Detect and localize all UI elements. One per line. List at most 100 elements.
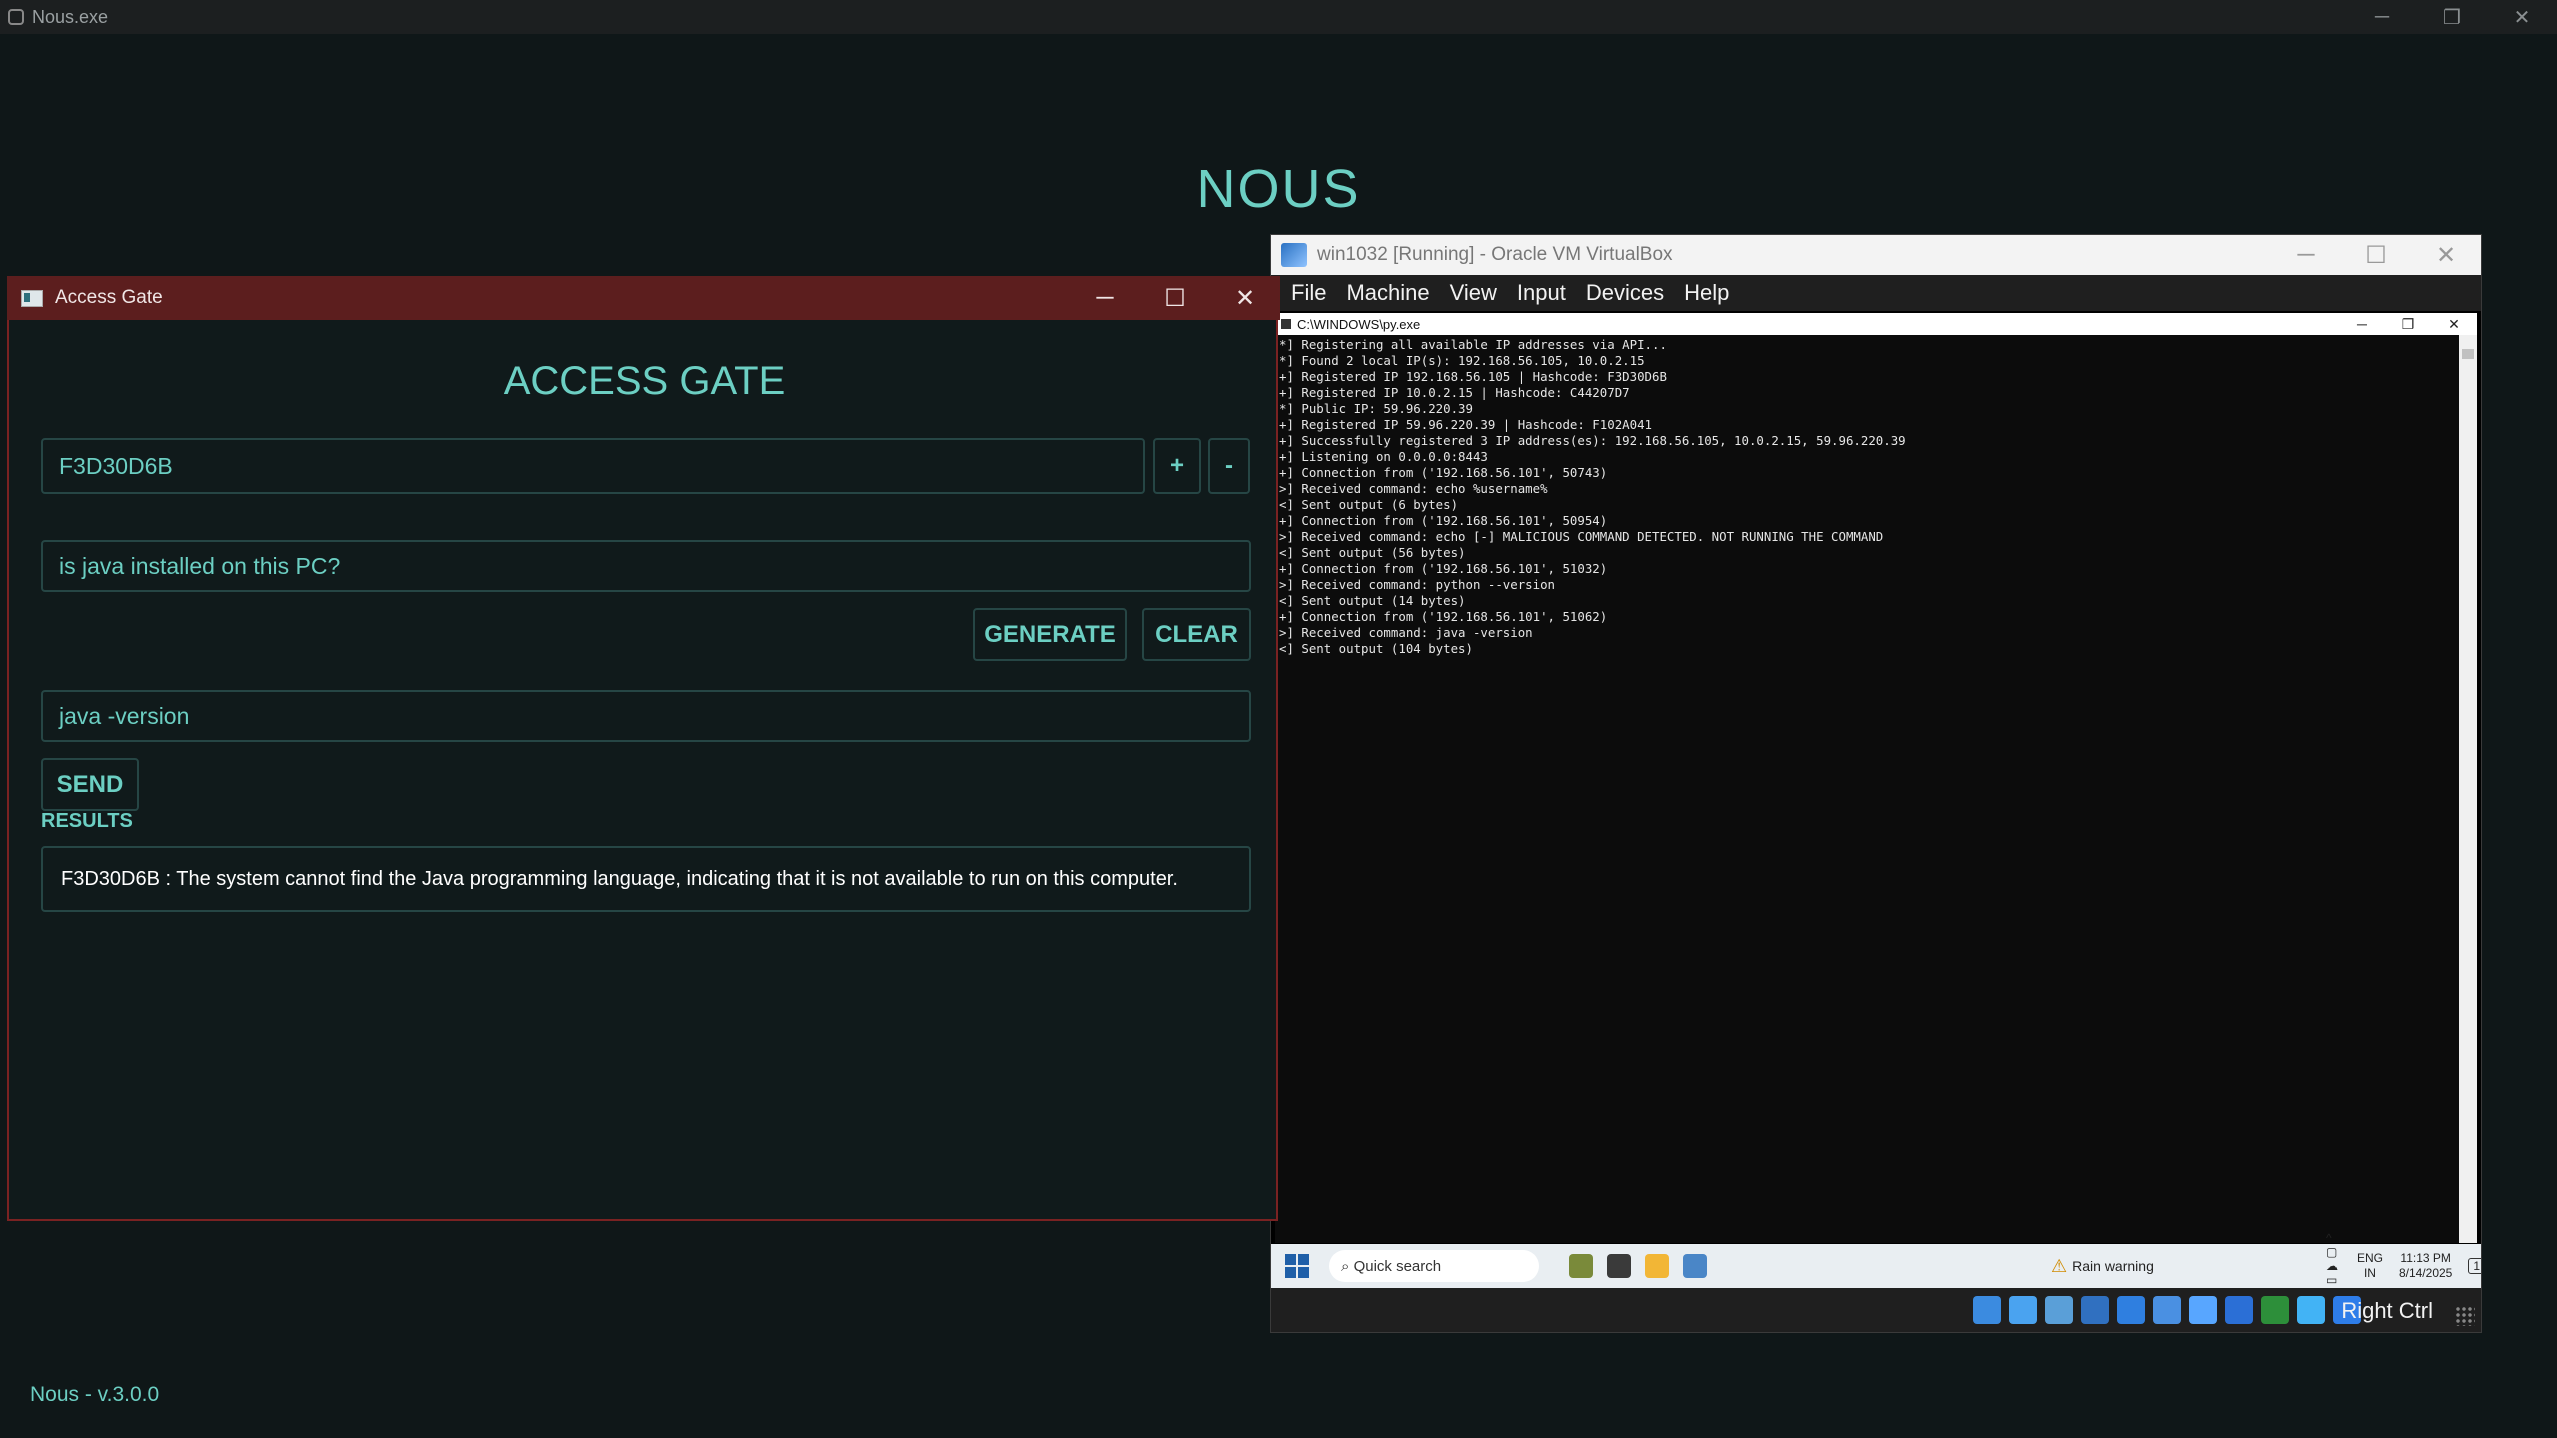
access-gate-titlebar: Access Gate ─ ☐ ✕ [7, 276, 1280, 320]
window-icon [21, 289, 43, 307]
app-heading: NOUS [1196, 159, 1361, 219]
virtualbox-caption-buttons: ─ ☐ ✕ [2271, 235, 2481, 275]
vm-status-icon[interactable] [2153, 1296, 2181, 1324]
vm-status-icon[interactable] [2261, 1296, 2289, 1324]
virtualbox-statusbar: Right Ctrl [1271, 1288, 2481, 1332]
command-value: java -version [59, 702, 190, 729]
menu-machine[interactable]: Machine [1346, 280, 1429, 306]
console-line: *] Registering all available IP addresse… [1279, 337, 1667, 352]
hashcode-value: F3D30D6B [59, 452, 173, 479]
query-value: is java installed on this PC? [59, 552, 341, 579]
console-line: +] Connection from ('192.168.56.101', 50… [1279, 465, 1608, 480]
generate-button[interactable]: GENERATE [973, 608, 1127, 661]
access-gate-close-button[interactable]: ✕ [1210, 276, 1280, 320]
app-caption-buttons: ─ ❐ ✕ [2347, 0, 2557, 34]
clock-date: 8/14/2025 [2398, 1266, 2453, 1280]
results-label: RESULTS [41, 810, 133, 832]
python-console-icon[interactable] [1683, 1254, 1707, 1278]
notification-icon[interactable]: 1 [2468, 1258, 2481, 1274]
console-line: >] Received command: echo [-] MALICIOUS … [1279, 529, 1884, 544]
console-line: +] Successfully registered 3 IP address(… [1279, 433, 1906, 448]
windows-start-icon[interactable] [1285, 1254, 1309, 1278]
virtualbox-window: win1032 [Running] - Oracle VM VirtualBox… [1270, 234, 2482, 1333]
task-view-icon[interactable] [1607, 1254, 1631, 1278]
search-placeholder: Quick search [1353, 1257, 1442, 1275]
access-gate-heading: ACCESS GATE [503, 359, 786, 403]
vm-status-icon[interactable] [1973, 1296, 2001, 1324]
access-gate-window: Access Gate ─ ☐ ✕ ACCESS GATE F3D30D6B +… [7, 276, 1280, 1221]
console-line: <] Sent output (14 bytes) [1279, 593, 1466, 608]
console-line: +] Connection from ('192.168.56.101', 50… [1279, 513, 1608, 528]
virtualbox-minimize-button[interactable]: ─ [2271, 235, 2341, 275]
guest-taskbar-apps [1569, 1254, 1707, 1278]
console-line: <] Sent output (104 bytes) [1279, 641, 1473, 656]
console-scroll-thumb[interactable] [2462, 349, 2474, 359]
guest-search-box[interactable]: ⌕ Quick search [1329, 1250, 1539, 1282]
query-input[interactable]: is java installed on this PC? [41, 540, 1251, 592]
console-close-button[interactable]: ✕ [2431, 313, 2477, 335]
console-line: +] Registered IP 10.0.2.15 | Hashcode: C… [1279, 385, 1630, 400]
vm-status-icon[interactable] [2045, 1296, 2073, 1324]
version-label: Nous - v.3.0.0 [30, 1383, 160, 1406]
app-icon [8, 9, 24, 25]
app-titlebar: Nous.exe ─ ❐ ✕ [0, 0, 2557, 34]
add-hashcode-button[interactable]: + [1153, 438, 1201, 494]
access-gate-caption-buttons: ─ ☐ ✕ [1070, 276, 1280, 320]
app-title: Nous.exe [32, 6, 109, 27]
menu-file[interactable]: File [1291, 280, 1326, 306]
console-output: *] Registering all available IP addresse… [1275, 335, 2459, 1243]
console-line: +] Connection from ('192.168.56.101', 51… [1279, 609, 1608, 624]
virtualbox-maximize-button[interactable]: ☐ [2341, 235, 2411, 275]
clear-button[interactable]: CLEAR [1142, 608, 1251, 661]
console-line: *] Found 2 local IP(s): 192.168.56.105, … [1279, 353, 1645, 368]
access-gate-maximize-button[interactable]: ☐ [1140, 276, 1210, 320]
console-line: >] Received command: python --version [1279, 577, 1556, 592]
vm-status-icon[interactable] [2009, 1296, 2037, 1324]
virtualbox-icon [1281, 243, 1307, 267]
menu-view[interactable]: View [1450, 280, 1497, 306]
virtualbox-titlebar: win1032 [Running] - Oracle VM VirtualBox… [1271, 235, 2481, 275]
menu-help[interactable]: Help [1684, 280, 1729, 306]
app-close-button[interactable]: ✕ [2487, 0, 2557, 34]
clock[interactable]: 11:13 PM 8/14/2025 [2399, 1251, 2452, 1281]
console-scrollbar[interactable] [2459, 335, 2477, 1243]
menu-input[interactable]: Input [1517, 280, 1566, 306]
virtualbox-menubar: File Machine View Input Devices Help [1271, 275, 2481, 311]
search-icon: ⌕ [1341, 1257, 1354, 1275]
remove-hashcode-button[interactable]: - [1208, 438, 1250, 494]
vm-status-icon[interactable] [2297, 1296, 2325, 1324]
vm-status-icon[interactable] [2189, 1296, 2217, 1324]
hashcode-input[interactable]: F3D30D6B [41, 438, 1145, 494]
vm-status-icon[interactable] [2081, 1296, 2109, 1324]
console-line: +] Connection from ('192.168.56.101', 51… [1279, 561, 1608, 576]
weather-widget[interactable]: ⚠ Rain warning [2051, 1244, 2154, 1288]
file-explorer-icon[interactable] [1645, 1254, 1669, 1278]
guest-screen[interactable]: C:\WINDOWS\py.exe ─ ❐ ✕ *] Registering a… [1271, 311, 2481, 1288]
vm-status-icon[interactable] [2225, 1296, 2253, 1324]
result-text: F3D30D6B : The system cannot find the Ja… [61, 867, 1178, 890]
app-restore-button[interactable]: ❐ [2417, 0, 2487, 34]
console-line: +] Listening on 0.0.0.0:8443 [1279, 449, 1488, 464]
console-line: <] Sent output (56 bytes) [1279, 545, 1466, 560]
send-button[interactable]: SEND [41, 758, 139, 811]
tray-icons[interactable]: ^ ▢ ☁ ▭ 🔈 [2326, 1231, 2341, 1288]
console-line: <] Sent output (6 bytes) [1279, 497, 1459, 512]
weather-text: Rain warning [2072, 1258, 2154, 1274]
console-maximize-button[interactable]: ❐ [2385, 313, 2431, 335]
resize-grip-icon[interactable] [2455, 1306, 2475, 1326]
console-icon [1281, 319, 1291, 329]
console-line: +] Registered IP 59.96.220.39 | Hashcode… [1279, 417, 1652, 432]
search-highlight-icon[interactable] [1569, 1254, 1593, 1278]
console-line: +] Registered IP 192.168.56.105 | Hashco… [1279, 369, 1667, 384]
vm-status-icon[interactable] [2117, 1296, 2145, 1324]
access-gate-minimize-button[interactable]: ─ [1070, 276, 1140, 320]
app-minimize-button[interactable]: ─ [2347, 0, 2417, 34]
console-line: >] Received command: java -version [1279, 625, 1533, 640]
console-line: *] Public IP: 59.96.220.39 [1279, 401, 1473, 416]
command-input[interactable]: java -version [41, 690, 1251, 742]
language-indicator[interactable]: ENG IN [2357, 1251, 2383, 1281]
console-minimize-button[interactable]: ─ [2339, 313, 2385, 335]
virtualbox-close-button[interactable]: ✕ [2411, 235, 2481, 275]
menu-devices[interactable]: Devices [1586, 280, 1664, 306]
console-title: C:\WINDOWS\py.exe [1297, 316, 1421, 332]
